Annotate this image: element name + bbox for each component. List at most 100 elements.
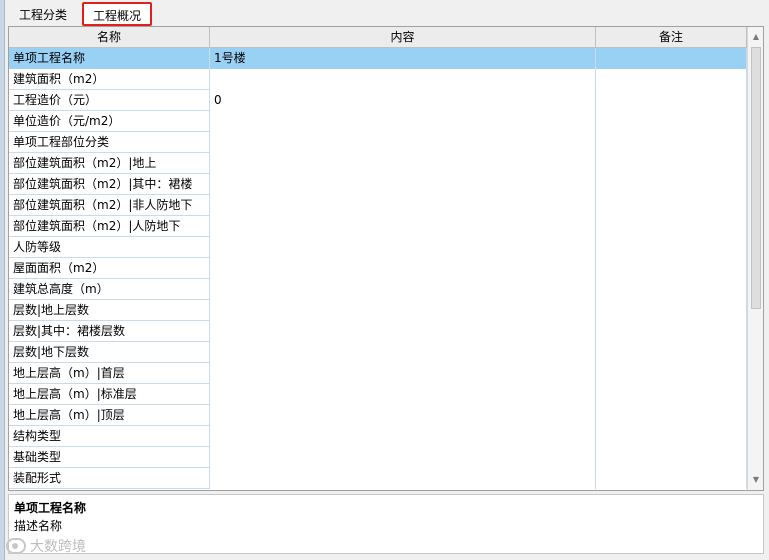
cell-name[interactable]: 基础类型 [9, 447, 210, 468]
cell-note[interactable] [596, 405, 747, 426]
cell-content[interactable]: 1号楼 [210, 48, 596, 69]
cell-content[interactable] [210, 111, 596, 132]
cell-name[interactable]: 部位建筑面积（m2）|人防地下 [9, 216, 210, 237]
table-row[interactable]: 部位建筑面积（m2）|地上 [9, 153, 747, 174]
table-row[interactable]: 建筑面积（m2） [9, 69, 747, 90]
cell-note[interactable] [596, 342, 747, 363]
cell-note[interactable] [596, 111, 747, 132]
cell-name[interactable]: 单项工程部位分类 [9, 132, 210, 153]
cell-content[interactable]: 0 [210, 90, 596, 111]
table-row[interactable]: 层数|其中：裙楼层数 [9, 321, 747, 342]
cell-content[interactable] [210, 384, 596, 405]
scroll-up-arrow-icon[interactable]: ▲ [748, 29, 763, 45]
cell-note[interactable] [596, 384, 747, 405]
cell-content[interactable] [210, 216, 596, 237]
cell-name[interactable]: 结构类型 [9, 426, 210, 447]
cell-note[interactable] [596, 258, 747, 279]
cell-name[interactable]: 人防等级 [9, 237, 210, 258]
table-row[interactable]: 地上层高（m）|标准层 [9, 384, 747, 405]
cell-content[interactable] [210, 237, 596, 258]
cell-content[interactable] [210, 69, 596, 90]
cell-note[interactable] [596, 195, 747, 216]
tab-project-category[interactable]: 工程分类 [13, 5, 79, 26]
cell-note[interactable] [596, 300, 747, 321]
grid-rows: 单项工程名称 1号楼 建筑面积（m2） 工程造价（元） 0 单位造价（元/m2） 单项工程部… [9, 48, 747, 489]
cell-note[interactable] [596, 132, 747, 153]
table-row[interactable]: 层数|地上层数 [9, 300, 747, 321]
cell-note[interactable] [596, 447, 747, 468]
cell-content[interactable] [210, 300, 596, 321]
column-header-name[interactable]: 名称 [9, 27, 210, 48]
column-header-content[interactable]: 内容 [210, 27, 596, 48]
table-row[interactable]: 地上层高（m）|首层 [9, 363, 747, 384]
watermark-text: 大数跨境 [30, 539, 86, 555]
cell-name[interactable]: 单项工程名称 [9, 48, 210, 69]
cell-content[interactable] [210, 321, 596, 342]
cell-content[interactable] [210, 132, 596, 153]
cell-name[interactable]: 部位建筑面积（m2）|地上 [9, 153, 210, 174]
watermark: 大数跨境 [6, 536, 86, 556]
table-row[interactable]: 部位建筑面积（m2）|其中：裙楼 [9, 174, 747, 195]
cell-note[interactable] [596, 69, 747, 90]
overview-grid: 名称 内容 备注 单项工程名称 1号楼 建筑面积（m2） 工程造价（元） 0 单位造价（元… [8, 26, 764, 491]
cell-name[interactable]: 建筑总高度（m） [9, 279, 210, 300]
cell-name[interactable]: 地上层高（m）|首层 [9, 363, 210, 384]
cell-note[interactable] [596, 153, 747, 174]
cell-name[interactable]: 部位建筑面积（m2）|其中：裙楼 [9, 174, 210, 195]
cell-note[interactable] [596, 321, 747, 342]
scrollbar-thumb[interactable] [751, 47, 761, 309]
grid-header: 名称 内容 备注 [9, 27, 747, 48]
cell-name[interactable]: 部位建筑面积（m2）|非人防地下 [9, 195, 210, 216]
cell-content[interactable] [210, 342, 596, 363]
table-row[interactable]: 结构类型 [9, 426, 747, 447]
table-row[interactable]: 装配形式 [9, 468, 747, 489]
cell-content[interactable] [210, 426, 596, 447]
cell-name[interactable]: 层数|其中：裙楼层数 [9, 321, 210, 342]
cell-note[interactable] [596, 426, 747, 447]
cell-content[interactable] [210, 279, 596, 300]
cell-name[interactable]: 地上层高（m）|标准层 [9, 384, 210, 405]
cell-content[interactable] [210, 447, 596, 468]
cell-note[interactable] [596, 216, 747, 237]
cell-name[interactable]: 地上层高（m）|顶层 [9, 405, 210, 426]
cell-name[interactable]: 装配形式 [9, 468, 210, 489]
table-row[interactable]: 单项工程部位分类 [9, 132, 747, 153]
cell-note[interactable] [596, 363, 747, 384]
table-row[interactable]: 层数|地下层数 [9, 342, 747, 363]
cell-content[interactable] [210, 468, 596, 489]
cell-name[interactable]: 工程造价（元） [9, 90, 210, 111]
table-row[interactable]: 部位建筑面积（m2）|非人防地下 [9, 195, 747, 216]
cell-content[interactable] [210, 153, 596, 174]
table-row[interactable]: 部位建筑面积（m2）|人防地下 [9, 216, 747, 237]
table-row[interactable]: 基础类型 [9, 447, 747, 468]
cell-name[interactable]: 屋面面积（m2） [9, 258, 210, 279]
tab-project-overview[interactable]: 工程概况 [82, 2, 152, 26]
cell-name[interactable]: 层数|地上层数 [9, 300, 210, 321]
cell-note[interactable] [596, 90, 747, 111]
table-row[interactable]: 单项工程名称 1号楼 [9, 48, 747, 69]
table-row[interactable]: 屋面面积（m2） [9, 258, 747, 279]
cell-content[interactable] [210, 195, 596, 216]
table-row[interactable]: 单位造价（元/m2） [9, 111, 747, 132]
cell-note[interactable] [596, 237, 747, 258]
cell-content[interactable] [210, 405, 596, 426]
vertical-scrollbar[interactable]: ▲ ▼ [747, 27, 763, 490]
cell-name[interactable]: 层数|地下层数 [9, 342, 210, 363]
cell-note[interactable] [596, 279, 747, 300]
column-header-note[interactable]: 备注 [596, 27, 747, 48]
cell-note[interactable] [596, 174, 747, 195]
cell-name[interactable]: 单位造价（元/m2） [9, 111, 210, 132]
cell-content[interactable] [210, 258, 596, 279]
cell-note[interactable] [596, 468, 747, 489]
watermark-logo-icon [6, 538, 26, 554]
table-row[interactable]: 工程造价（元） 0 [9, 90, 747, 111]
description-panel: 单项工程名称 描述名称 [8, 494, 764, 554]
cell-content[interactable] [210, 363, 596, 384]
cell-content[interactable] [210, 174, 596, 195]
table-row[interactable]: 地上层高（m）|顶层 [9, 405, 747, 426]
scroll-down-arrow-icon[interactable]: ▼ [748, 472, 763, 488]
cell-note[interactable] [596, 48, 747, 69]
table-row[interactable]: 人防等级 [9, 237, 747, 258]
cell-name[interactable]: 建筑面积（m2） [9, 69, 210, 90]
table-row[interactable]: 建筑总高度（m） [9, 279, 747, 300]
